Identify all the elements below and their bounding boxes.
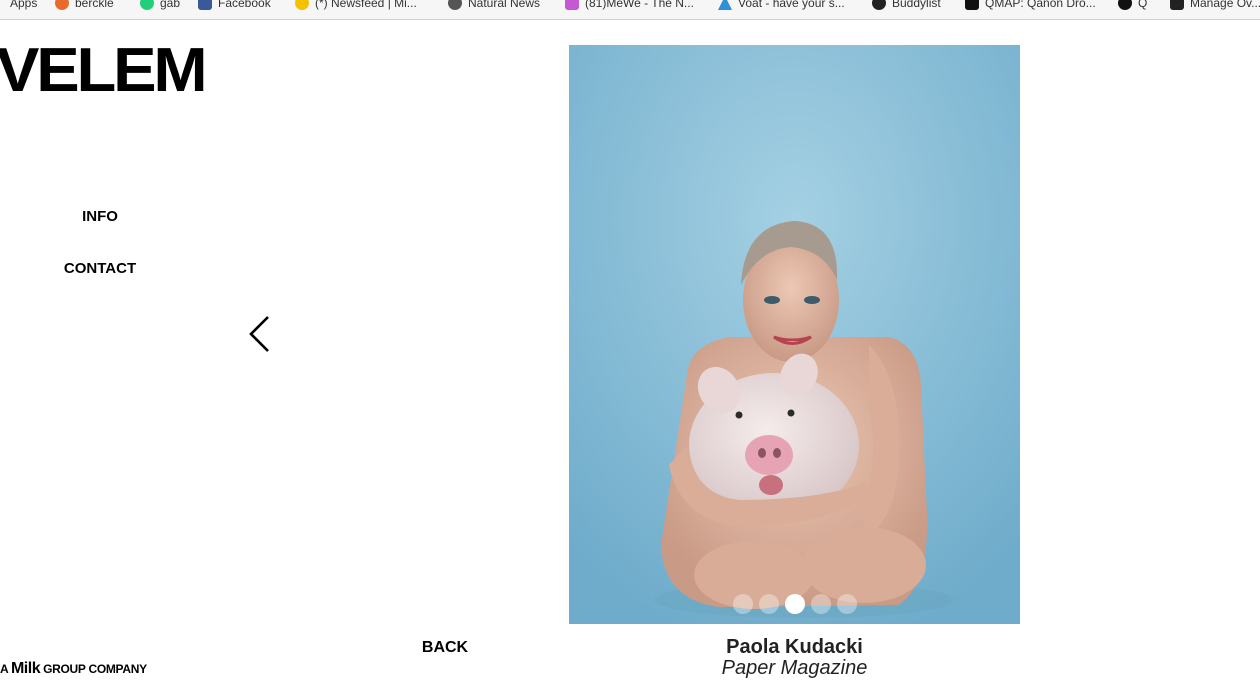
footer-brand: Milk — [10, 660, 41, 677]
photo-illustration — [569, 45, 1020, 624]
lightbulb-icon — [295, 0, 309, 10]
bookmark-natural-news[interactable]: Natural News — [448, 0, 540, 10]
bookmark-label: Voat - have your s... — [738, 0, 845, 10]
bookmark-label: Buddylist — [892, 0, 941, 10]
voat-icon — [718, 0, 732, 10]
bookmark-voat[interactable]: Voat - have your s... — [718, 0, 845, 10]
bookmark-mewe[interactable]: (81)MeWe - The N... — [565, 0, 694, 10]
qmap-icon — [965, 0, 979, 10]
bookmark-label: (81)MeWe - The N... — [585, 0, 694, 10]
mewe-icon — [565, 0, 579, 10]
bookmark-label: gab — [160, 0, 181, 10]
bookmark-label: Apps — [10, 0, 38, 10]
bookmark-label: berckle — [75, 0, 114, 10]
bookmark-buddylist[interactable]: Buddylist — [872, 0, 941, 10]
photographer-name: Paola Kudacki — [726, 636, 863, 658]
bookmark-label: Q — [1138, 0, 1148, 10]
bookmark-label: (*) Newsfeed | Mi... — [315, 0, 417, 10]
publication-name: Paper Magazine — [721, 657, 868, 679]
bookmark-label: Facebook — [218, 0, 271, 10]
bookmarks-bar: Apps berckle gab Facebook (*) Newsfeed |… — [0, 0, 1260, 20]
footer-suffix: GROUP COMPANY — [40, 662, 147, 676]
buddylist-icon — [872, 0, 886, 10]
bookmark-q[interactable]: Q — [1118, 0, 1147, 10]
bookmark-label: Manage Ov... — [1190, 0, 1260, 10]
bookmark-label: Natural News — [468, 0, 541, 10]
bookmark-apps[interactable]: Apps — [10, 0, 37, 10]
nav-contact-link[interactable]: CONTACT — [0, 260, 200, 277]
footer-credit: A Milk GROUP COMPANY — [0, 660, 147, 678]
facebook-icon — [198, 0, 212, 10]
nav-info-link[interactable]: INFO — [0, 208, 200, 225]
q-icon — [1118, 0, 1132, 10]
slide-dot[interactable] — [836, 594, 857, 614]
slide-dot[interactable] — [732, 594, 753, 614]
bookmark-gab[interactable]: gab — [140, 0, 180, 10]
slide-indicator — [569, 594, 1020, 614]
bookmark-qmap[interactable]: QMAP: Qanon Dro... — [965, 0, 1096, 10]
slide-dot[interactable] — [758, 594, 779, 614]
bookmark-label: QMAP: Qanon Dro... — [985, 0, 1096, 10]
gab-icon — [140, 0, 154, 10]
slide-dot-active[interactable] — [784, 594, 805, 614]
bookmark-berckle[interactable]: berckle — [55, 0, 114, 10]
back-link[interactable]: BACK — [400, 639, 490, 657]
bookmark-newsfeed[interactable]: (*) Newsfeed | Mi... — [295, 0, 417, 10]
manage-icon — [1170, 0, 1184, 10]
slide-dot[interactable] — [810, 594, 831, 614]
bookmark-facebook[interactable]: Facebook — [198, 0, 271, 10]
gallery-photo — [569, 45, 1020, 624]
site-logo[interactable]: VELEM — [0, 40, 208, 102]
natural-news-icon — [448, 0, 462, 10]
footer-prefix: A — [0, 662, 11, 676]
browser-icon — [55, 0, 69, 10]
previous-arrow-icon[interactable] — [245, 314, 275, 354]
bookmark-manage[interactable]: Manage Ov... — [1170, 0, 1260, 10]
